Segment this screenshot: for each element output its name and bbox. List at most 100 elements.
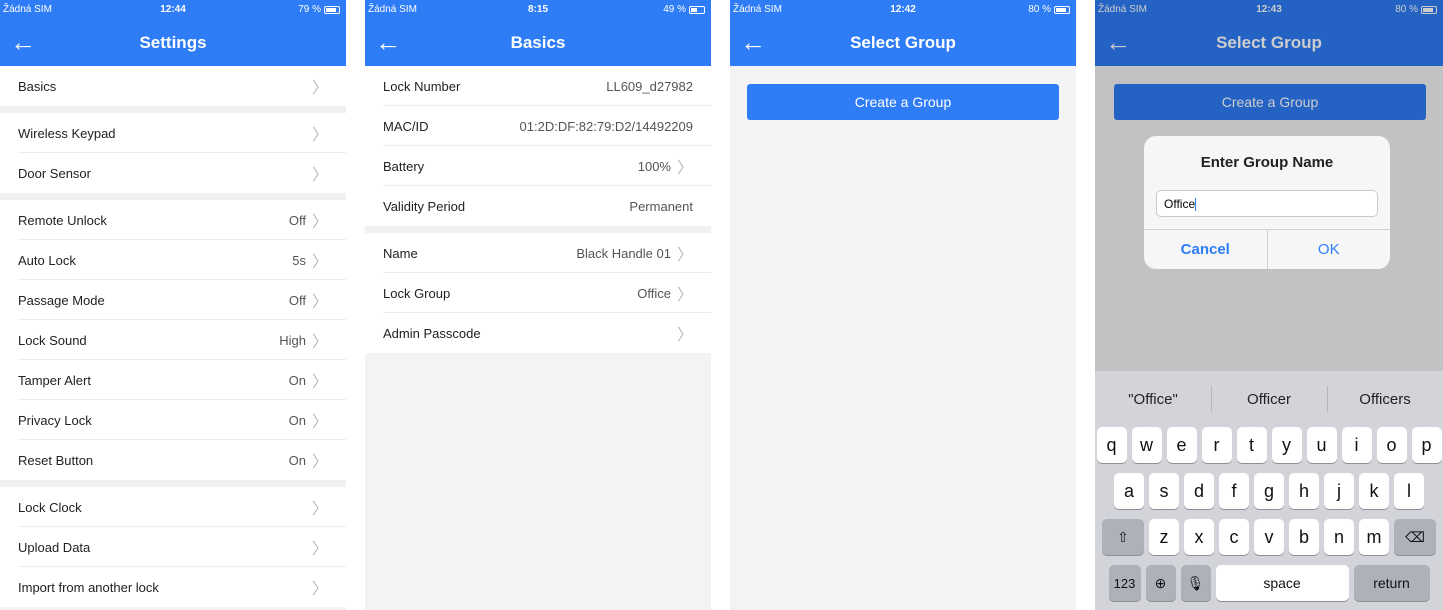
letter-key[interactable]: i <box>1341 427 1372 463</box>
basics-list: Lock Number LL609_d27982 MAC/ID 01:2D:DF:8… <box>365 66 711 226</box>
return-key[interactable]: return <box>1353 565 1430 601</box>
row-label: Privacy Lock <box>18 412 92 428</box>
section-divider <box>0 480 346 487</box>
group-name-input[interactable]: Office <box>1156 190 1378 217</box>
letter-key[interactable]: t <box>1236 427 1267 463</box>
delete-key-icon[interactable]: ⌫ <box>1394 519 1436 555</box>
create-group-button[interactable]: Create a Group <box>747 84 1059 120</box>
letter-key[interactable]: s <box>1149 473 1179 509</box>
letter-key[interactable]: z <box>1149 519 1179 555</box>
row-label: Name <box>383 245 418 261</box>
key-row-2: asdfghjkl <box>1095 473 1443 509</box>
row-value: Permanent <box>629 198 693 214</box>
letter-key[interactable]: b <box>1289 519 1319 555</box>
settings-row[interactable]: Reset Button On 〉 <box>0 440 346 480</box>
letter-key[interactable]: q <box>1096 427 1127 463</box>
status-bar: Žádná SIM 12:44 79 % <box>0 0 346 20</box>
basics-list-2: Name Black Handle 01 〉 Lock Group Office 〉 A… <box>365 233 711 353</box>
numbers-key[interactable]: 123 <box>1108 565 1141 601</box>
row-label: Upload Data <box>18 539 91 555</box>
letter-key[interactable]: w <box>1131 427 1162 463</box>
status-bar: Žádná SIM 8:15 49 % <box>365 0 711 20</box>
validity-period-row: Validity Period Permanent <box>365 186 711 226</box>
settings-row[interactable]: Lock Sound High 〉 <box>0 320 346 360</box>
row-value: Office <box>637 285 671 301</box>
letter-key[interactable]: n <box>1324 519 1354 555</box>
letter-key[interactable]: o <box>1376 427 1407 463</box>
letter-key[interactable]: k <box>1359 473 1389 509</box>
chevron-right-icon: 〉 <box>311 214 328 231</box>
letter-key[interactable]: x <box>1184 519 1214 555</box>
section-divider <box>0 106 346 113</box>
suggestion-item[interactable]: Officer <box>1211 385 1327 412</box>
ok-button[interactable]: OK <box>1268 230 1391 269</box>
chevron-right-icon: 〉 <box>311 374 328 391</box>
row-value: On <box>288 412 306 428</box>
settings-row[interactable]: Upload Data 〉 <box>0 527 346 567</box>
letter-key[interactable]: y <box>1271 427 1302 463</box>
row-label: Auto Lock <box>18 252 76 268</box>
settings-row[interactable]: Privacy Lock On 〉 <box>0 400 346 440</box>
settings-row[interactable]: Passage Mode Off 〉 <box>0 280 346 320</box>
letter-key[interactable]: f <box>1219 473 1249 509</box>
suggestion-item[interactable]: Officers <box>1327 385 1443 412</box>
settings-row[interactable]: Import from another lock 〉 <box>0 567 346 607</box>
dialog-buttons: Cancel OK <box>1144 229 1390 269</box>
dialog-title: Enter Group Name <box>1200 154 1334 171</box>
cancel-button[interactable]: Cancel <box>1144 230 1268 269</box>
section-divider <box>0 193 346 200</box>
settings-row[interactable]: Tamper Alert On 〉 <box>0 360 346 400</box>
battery-indicator: 79 % <box>298 4 340 15</box>
settings-row[interactable]: Door Sensor 〉 <box>0 153 346 193</box>
letter-key[interactable]: h <box>1289 473 1319 509</box>
letter-key[interactable]: p <box>1411 427 1442 463</box>
globe-icon[interactable]: ⊕ <box>1145 565 1176 601</box>
letter-key[interactable]: c <box>1219 519 1249 555</box>
name-row[interactable]: Name Black Handle 01 〉 <box>365 233 711 273</box>
settings-row[interactable]: Lock Clock 〉 <box>0 487 346 527</box>
row-value: High <box>279 332 306 348</box>
section-divider <box>365 226 711 233</box>
letter-key[interactable]: m <box>1359 519 1389 555</box>
page-title: Basics <box>510 33 566 52</box>
text-cursor <box>1195 198 1197 212</box>
row-label: Passage Mode <box>18 292 105 308</box>
battery-row[interactable]: Battery 100% 〉 <box>365 146 711 186</box>
letter-key[interactable]: e <box>1166 427 1197 463</box>
basics-screen: Žádná SIM 8:15 49 % ← Basics Lock Number… <box>365 0 711 610</box>
row-label: MAC/ID <box>383 118 429 134</box>
letter-key[interactable]: g <box>1254 473 1284 509</box>
chevron-right-icon: 〉 <box>676 327 693 344</box>
settings-row[interactable]: Wireless Keypad 〉 <box>0 113 346 153</box>
row-label: Basics <box>18 78 57 94</box>
letter-key[interactable]: l <box>1394 473 1424 509</box>
chevron-right-icon: 〉 <box>676 287 693 304</box>
settings-group: Wireless Keypad 〉 Door Sensor 〉 <box>0 113 346 193</box>
shift-key[interactable]: ⇧ <box>1102 519 1144 555</box>
lock-number-row: Lock Number LL609_d27982 <box>365 66 711 106</box>
chevron-right-icon: 〉 <box>311 127 328 144</box>
letter-key[interactable]: a <box>1114 473 1144 509</box>
admin-passcode-row[interactable]: Admin Passcode 〉 <box>365 313 711 353</box>
letter-key[interactable]: r <box>1201 427 1232 463</box>
clock: 12:42 <box>890 4 916 15</box>
letter-key[interactable]: v <box>1254 519 1284 555</box>
row-value: On <box>288 372 306 388</box>
space-key[interactable]: space <box>1215 565 1349 601</box>
microphone-icon[interactable]: 🎙︎ <box>1180 565 1211 601</box>
settings-row[interactable]: Basics 〉 <box>0 66 346 106</box>
lock-group-row[interactable]: Lock Group Office 〉 <box>365 273 711 313</box>
settings-row[interactable]: Remote Unlock Off 〉 <box>0 200 346 240</box>
settings-row[interactable]: Auto Lock 5s 〉 <box>0 240 346 280</box>
letter-key[interactable]: d <box>1184 473 1214 509</box>
row-value: 100% <box>637 158 671 174</box>
suggestion-item[interactable]: "Office" <box>1095 391 1211 408</box>
letter-key[interactable]: u <box>1306 427 1337 463</box>
row-label: Door Sensor <box>18 165 91 181</box>
keyboard: "Office" Officer Officers qwertyuiop asd… <box>1095 371 1443 610</box>
key-row-3: ⇧ z x c v b n m ⌫ <box>1095 519 1443 555</box>
row-label: Validity Period <box>383 198 466 214</box>
settings-group: Lock Clock 〉 Upload Data 〉 Import from anoth… <box>0 487 346 607</box>
row-label: Import from another lock <box>18 579 159 595</box>
letter-key[interactable]: j <box>1324 473 1354 509</box>
